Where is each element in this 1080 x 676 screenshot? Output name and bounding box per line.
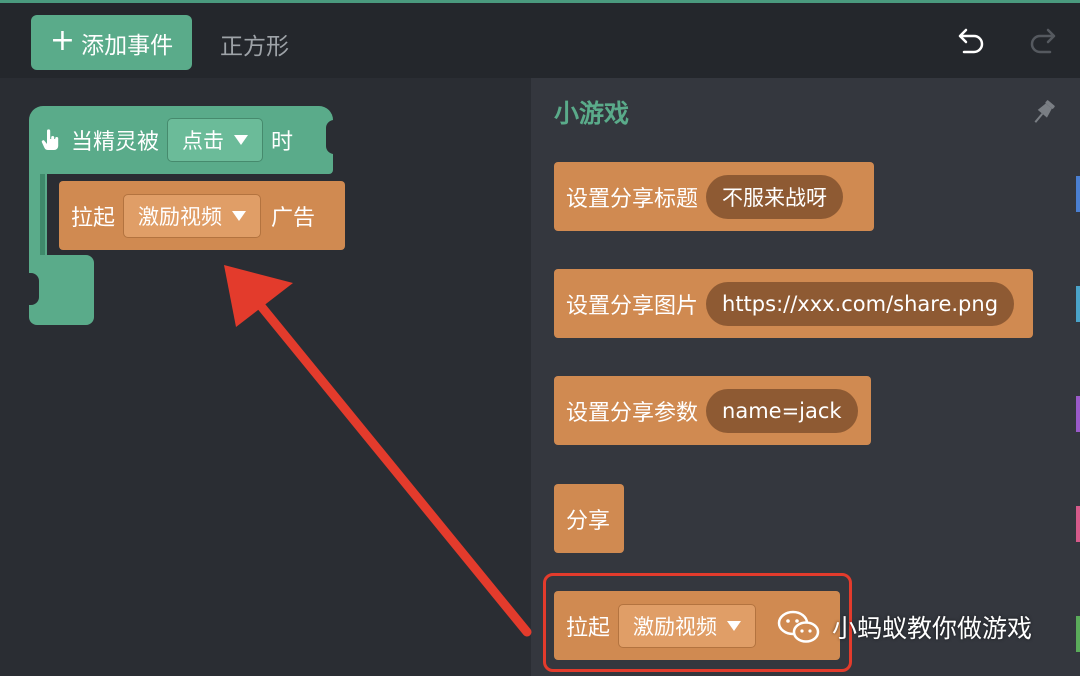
event-block-spine-line: [40, 170, 45, 258]
undo-icon[interactable]: [952, 25, 988, 61]
sprite-clicked-event-block[interactable]: 当精灵被 点击 时: [29, 106, 333, 174]
pin-icon[interactable]: [1026, 96, 1060, 130]
category-mark-4[interactable]: [1076, 506, 1080, 542]
top-bar: + 添加事件 正方形: [0, 0, 1080, 78]
wechat-icon: [777, 610, 820, 643]
hat-notch: [326, 120, 334, 154]
event-suffix-text: 时: [271, 130, 294, 155]
event-prefix-text: 当精灵被: [71, 130, 160, 155]
watermark: 小蚂蚁教你做游戏: [776, 603, 1032, 651]
ad-suffix-text: 广告: [271, 205, 316, 231]
category-mark-1[interactable]: [1076, 176, 1080, 212]
set-share-image-block[interactable]: 设置分享图片 https://xxx.com/share.png: [554, 269, 1033, 338]
plus-icon: +: [49, 23, 76, 58]
add-event-button[interactable]: + 添加事件: [31, 15, 192, 70]
toolbox-category-title: 小游戏: [554, 99, 630, 128]
share-params-input[interactable]: name=jack: [706, 388, 858, 433]
hand-pointer-icon: [41, 129, 59, 150]
block-label: 设置分享标题: [566, 186, 699, 212]
ad-prefix-text: 拉起: [71, 205, 116, 231]
block-label: 分享: [566, 508, 611, 534]
dropdown-arrow-icon: [234, 135, 249, 145]
event-type-dropdown[interactable]: 点击: [167, 118, 264, 162]
watermark-text: 小蚂蚁教你做游戏: [832, 614, 1033, 643]
dropdown-arrow-icon: [232, 210, 247, 221]
set-share-params-block[interactable]: 设置分享参数 name=jack: [554, 376, 871, 445]
event-block-bottom: [29, 255, 94, 325]
add-event-label: 添加事件: [81, 32, 174, 59]
share-title-input[interactable]: 不服来战呀: [706, 174, 844, 219]
event-type-value: 点击: [182, 129, 225, 153]
category-mark-2[interactable]: [1076, 286, 1080, 322]
share-image-input[interactable]: https://xxx.com/share.png: [706, 281, 1015, 326]
block-label: 设置分享图片: [566, 293, 699, 319]
ad-type-dropdown[interactable]: 激励视频: [123, 193, 262, 238]
category-mark-5[interactable]: [1076, 616, 1080, 652]
set-share-title-block[interactable]: 设置分享标题 不服来战呀: [554, 162, 874, 231]
show-ad-block[interactable]: 拉起 激励视频 广告: [59, 181, 345, 250]
sprite-name: 正方形: [220, 34, 289, 60]
ad-type-value: 激励视频: [138, 204, 223, 229]
share-block[interactable]: 分享: [554, 484, 624, 553]
category-mark-3[interactable]: [1076, 396, 1080, 432]
block-label: 设置分享参数: [566, 400, 699, 426]
redo-icon[interactable]: [1026, 25, 1062, 61]
